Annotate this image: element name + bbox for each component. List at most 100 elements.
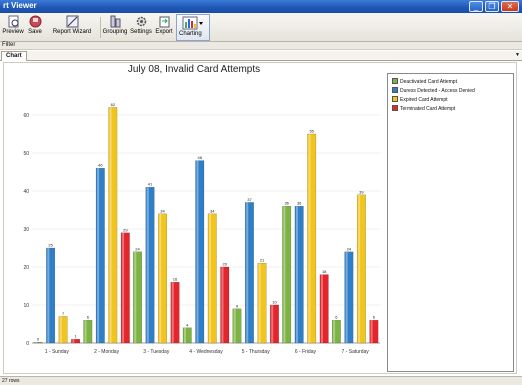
toolbar: Preview Save Report Wizard Grouping Sett…: [0, 13, 522, 42]
minimize-button[interactable]: _: [469, 1, 483, 12]
legend-label: Terminated Card Attempt: [400, 106, 456, 112]
filter-bar: Filter: [0, 42, 522, 50]
export-label: Export: [155, 29, 173, 35]
data-label: 37: [247, 197, 252, 202]
bar-highlight: [308, 134, 311, 343]
filter-label: Filter: [2, 42, 16, 48]
toolbar-separator: [100, 17, 101, 38]
data-label: 6: [373, 315, 376, 320]
legend-swatch: [392, 87, 398, 93]
title-bar: rt Viewer _ ❐ ✕: [0, 0, 522, 13]
data-label: 36: [284, 201, 289, 206]
restore-button[interactable]: ❐: [485, 1, 499, 12]
preview-button[interactable]: Preview: [2, 14, 24, 41]
bar-chart-icon: [182, 16, 203, 30]
y-tick-label: 0: [26, 341, 29, 347]
charting-button[interactable]: Charting: [176, 14, 210, 41]
report-wizard-button[interactable]: Report Wizard: [46, 14, 98, 41]
bar-highlight: [221, 267, 224, 343]
bar-highlight: [333, 320, 336, 343]
data-label: 1: [74, 334, 77, 339]
legend-item: Expired Card Attempt: [392, 96, 448, 104]
report-wizard-icon: [66, 15, 78, 28]
x-tick-label: 7 - Saturday: [342, 349, 370, 355]
y-tick-label: 30: [23, 227, 29, 233]
close-icon: ✕: [506, 2, 514, 11]
y-tick-label: 20: [23, 265, 29, 271]
y-tick-label: 10: [23, 303, 29, 309]
x-tick-label: 1 - Sunday: [45, 349, 70, 355]
data-label: 62: [111, 102, 116, 107]
close-button[interactable]: ✕: [501, 1, 519, 12]
row-count: 27 rows: [2, 378, 20, 384]
settings-icon: [136, 16, 146, 27]
bar-highlight: [72, 339, 75, 343]
bar-highlight: [345, 251, 348, 343]
data-label: 24: [347, 246, 352, 251]
settings-label: Settings: [130, 29, 152, 35]
bar-highlight: [233, 308, 236, 343]
data-label: 24: [135, 246, 140, 251]
data-label: 4: [186, 322, 189, 327]
legend-swatch: [392, 105, 398, 111]
status-bar: 27 rows: [0, 376, 522, 385]
data-label: 6: [87, 315, 90, 320]
bar-highlight: [159, 213, 162, 343]
x-tick-label: 5 - Thursday: [242, 349, 270, 355]
bar-highlight: [295, 206, 298, 343]
y-tick-label: 40: [23, 189, 29, 195]
report-wizard-label: Report Wizard: [52, 29, 92, 35]
bar-highlight: [358, 194, 361, 343]
bar-highlight: [258, 263, 261, 343]
settings-button[interactable]: Settings: [130, 14, 152, 41]
bar-highlight: [283, 206, 286, 343]
data-label: 10: [272, 300, 277, 305]
bar-highlight: [271, 305, 274, 343]
bar-highlight: [320, 274, 323, 343]
y-tick-label: 50: [23, 151, 29, 157]
bar-highlight: [370, 320, 373, 343]
data-label: 21: [260, 258, 265, 263]
bar-highlight: [34, 342, 37, 343]
tab-chart[interactable]: Chart: [1, 51, 27, 61]
window-title: rt Viewer: [3, 1, 37, 10]
data-label: 7: [62, 311, 65, 316]
legend-item: Deactivated Card Attempt: [392, 78, 457, 86]
bar-highlight: [109, 107, 112, 344]
data-label: 6: [335, 315, 338, 320]
export-icon: [159, 16, 169, 28]
data-label: 18: [322, 269, 327, 274]
export-button[interactable]: Export: [154, 14, 174, 41]
data-label: 39: [359, 189, 364, 194]
bar-highlight: [171, 282, 174, 343]
preview-icon: [8, 15, 18, 28]
restore-icon: ❐: [488, 2, 496, 11]
grouping-label: Grouping: [102, 29, 128, 35]
data-label: 41: [148, 182, 153, 187]
legend-label: Duress Detected - Access Denied: [400, 88, 475, 94]
data-label: 0: [37, 337, 40, 342]
legend-swatch: [392, 96, 398, 102]
x-tick-label: 2 - Monday: [94, 349, 120, 355]
x-tick-label: 3 - Tuesday: [143, 349, 170, 355]
bar-highlight: [246, 202, 249, 343]
preview-label: Preview: [2, 29, 24, 35]
data-label: 34: [210, 208, 215, 213]
grouping-icon: [110, 15, 120, 28]
minimize-icon: _: [473, 2, 479, 11]
chart-area: July 08, Invalid Card Attempts 0 10 20 30 40…: [3, 62, 517, 374]
legend-swatch: [392, 78, 398, 84]
chart-legend: Deactivated Card Attempt Duress Detected…: [387, 73, 514, 372]
bar-highlight: [146, 187, 149, 343]
data-label: 55: [309, 129, 314, 134]
bar-highlight: [122, 232, 125, 343]
data-label: 48: [198, 155, 203, 160]
legend-item: Duress Detected - Access Denied: [392, 87, 475, 95]
data-label: 25: [48, 243, 53, 248]
chevron-down-icon[interactable]: ▼: [515, 52, 520, 58]
data-label: 34: [160, 208, 165, 213]
grouping-button[interactable]: Grouping: [102, 14, 128, 41]
bar-highlight: [134, 251, 137, 343]
bar-highlight: [184, 327, 186, 343]
save-button[interactable]: Save: [26, 14, 44, 41]
